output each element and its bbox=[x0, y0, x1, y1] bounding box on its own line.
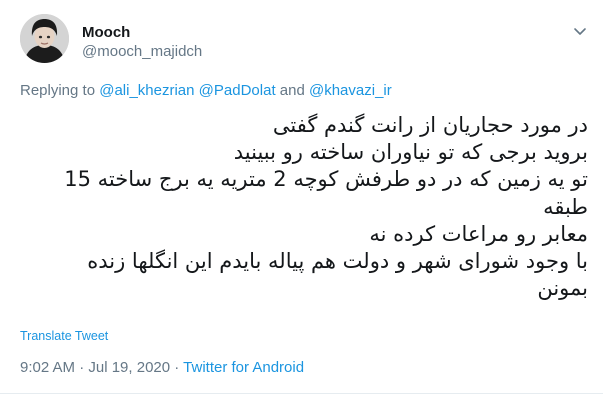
mention-link[interactable]: @ali_khezrian bbox=[99, 82, 194, 99]
author-display-name[interactable]: Mooch bbox=[82, 24, 202, 42]
tweet-source-link[interactable]: Twitter for Android bbox=[183, 359, 304, 376]
author-handle[interactable]: @mooch_majidch bbox=[82, 42, 202, 62]
tweet-line: تو یه زمین که در دو طرفش کوچه 2 متریه یه… bbox=[64, 167, 588, 192]
tweet-header: Mooch @mooch_majidch bbox=[20, 14, 590, 74]
avatar-photo bbox=[20, 14, 69, 63]
tweet-meta: 9:02 AM · Jul 19, 2020 · Twitter for And… bbox=[20, 359, 304, 376]
chevron-down-icon[interactable] bbox=[570, 24, 590, 40]
tweet-line: در مورد حجاریان از رانت گندم گفتی bbox=[272, 113, 588, 137]
tweet-line: بروید برجی که تو نیاوران ساخته رو ببینید bbox=[233, 140, 588, 165]
mention-link[interactable]: @PadDolat bbox=[199, 82, 276, 99]
replying-to: Replying to @ali_khezrian @PadDolat and … bbox=[20, 82, 392, 99]
mention-link[interactable]: @khavazi_ir bbox=[309, 82, 392, 99]
tweet-text: در مورد حجاریان از رانت گندم گفتی بروید … bbox=[22, 112, 588, 302]
meta-separator: · bbox=[170, 359, 184, 376]
tweet-line: معابر رو مراعات کرده نه bbox=[369, 221, 588, 246]
tweet-timestamp[interactable]: 9:02 AM · Jul 19, 2020 bbox=[20, 359, 170, 376]
tweet-line: بمونن bbox=[537, 276, 588, 301]
avatar[interactable] bbox=[20, 14, 69, 63]
tweet-line: طبقه bbox=[543, 194, 588, 219]
author-names: Mooch @mooch_majidch bbox=[82, 24, 202, 62]
replying-to-prefix: Replying to bbox=[20, 82, 100, 99]
tweet-line: با وجود شورای شهر و دولت هم پیاله بایدم … bbox=[87, 249, 588, 274]
divider bbox=[0, 393, 603, 394]
replying-conjunction: and bbox=[275, 82, 309, 99]
translate-tweet-link[interactable]: Translate Tweet bbox=[20, 329, 108, 343]
